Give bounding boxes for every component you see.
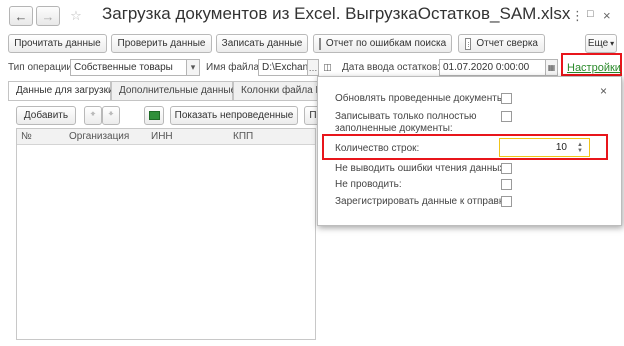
show-unprocessed-button[interactable]: Показать непроведенные <box>170 106 298 125</box>
balance-date-field[interactable]: 01.07.2020 0:00:00 <box>439 59 546 76</box>
favorite-button[interactable]: ☆ <box>67 6 85 26</box>
operation-type-dropdown[interactable]: ▾ <box>186 59 200 76</box>
write-data-label: Записать данные <box>221 38 303 49</box>
operation-type-label: Тип операции: <box>8 62 75 73</box>
write-full-checkbox[interactable] <box>501 111 512 122</box>
column-number[interactable]: № <box>21 131 32 142</box>
reconcile-report-button[interactable]: Отчет сверка <box>458 34 545 53</box>
calendar-icon: ▦ <box>547 63 556 72</box>
no-read-errors-checkbox[interactable] <box>501 163 512 174</box>
update-posted-checkbox[interactable] <box>501 93 512 104</box>
move-up-button[interactable]: 🠹 <box>84 106 102 125</box>
tab-upload-data[interactable]: Данные для загрузки <box>8 81 114 101</box>
column-kpp[interactable]: КПП <box>233 131 253 142</box>
show-unprocessed-label: Показать непроведенные <box>174 110 294 121</box>
write-full-label-line2: заполненные документы: <box>335 123 453 134</box>
ellipsis-icon: … <box>308 62 318 73</box>
chevron-down-icon: ▾ <box>190 62 196 72</box>
balance-date-label: Дата ввода остатков: <box>342 62 441 73</box>
write-data-button[interactable]: Записать данные <box>216 34 308 53</box>
back-button[interactable]: ← <box>9 6 33 26</box>
file-name-label: Имя файла: <box>206 62 262 73</box>
error-report-label: Отчет по ошибкам поиска <box>325 38 447 49</box>
excel-export-button[interactable] <box>144 106 164 125</box>
forward-button[interactable]: → <box>36 6 60 26</box>
move-down-button[interactable]: 🠻 <box>102 106 120 125</box>
excel-icon <box>148 111 160 120</box>
more-label: Еще <box>587 38 609 49</box>
settings-popup: × Обновлять проведенные документы: Запис… <box>317 76 622 226</box>
add-row-button[interactable]: Добавить <box>16 106 76 125</box>
file-select-button[interactable]: … <box>307 59 319 76</box>
add-label: Добавить <box>23 110 69 121</box>
spin-down-icon[interactable]: ▼ <box>577 148 583 154</box>
report-icon <box>465 37 472 50</box>
write-full-label-line1: Записывать только полностью <box>335 111 477 122</box>
no-posting-checkbox[interactable] <box>501 179 512 190</box>
close-icon[interactable]: × <box>600 84 607 98</box>
chevron-down-icon: ▾ <box>610 39 615 48</box>
arrow-up-icon: 🠹 <box>89 109 97 120</box>
error-report-button[interactable]: Отчет по ошибкам поиска <box>313 34 452 53</box>
arrow-right-icon: → <box>41 8 55 24</box>
tab-additional-data[interactable]: Дополнительные данные <box>111 81 236 100</box>
open-file-icon: ◫ <box>323 62 332 72</box>
settings-link[interactable]: Настройки <box>567 62 621 74</box>
file-open-button[interactable]: ◫ <box>321 59 334 76</box>
register-send-label: Зарегистрировать данные к отправке: <box>335 196 512 207</box>
column-organization[interactable]: Организация <box>69 131 129 142</box>
spin-buttons[interactable]: ▲ ▼ <box>574 140 586 155</box>
report-icon <box>318 37 321 50</box>
arrow-down-icon: 🠻 <box>107 109 115 120</box>
column-inn[interactable]: ИНН <box>151 131 173 142</box>
maximize-icon[interactable]: □ <box>587 8 594 20</box>
no-read-errors-label: Не выводить ошибки чтения данных: <box>335 163 508 174</box>
post-label: П <box>309 110 317 121</box>
reconcile-report-label: Отчет сверка <box>476 38 538 49</box>
file-name-field[interactable]: D:\Exchange <box>258 59 308 76</box>
close-window-icon[interactable]: × <box>603 8 611 23</box>
tab-file-columns[interactable]: Колонки файла Exc <box>233 81 323 100</box>
row-count-label: Количество строк: <box>335 143 420 154</box>
register-send-checkbox[interactable] <box>501 196 512 207</box>
no-posting-label: Не проводить: <box>335 179 402 190</box>
window-title: Загрузка документов из Excel. ВыгрузкаОс… <box>102 4 571 23</box>
row-count-value: 10 <box>555 142 567 153</box>
read-data-button[interactable]: Прочитать данные <box>8 34 107 53</box>
calendar-button[interactable]: ▦ <box>545 59 558 76</box>
operation-type-field[interactable]: Собственные товары <box>70 59 187 76</box>
check-data-label: Проверить данные <box>117 38 206 49</box>
read-data-label: Прочитать данные <box>14 38 101 49</box>
row-count-field[interactable]: 10 ▲ ▼ <box>499 138 590 157</box>
arrow-left-icon: ← <box>14 8 28 24</box>
check-data-button[interactable]: Проверить данные <box>111 34 212 53</box>
more-button[interactable]: Еще ▾ <box>585 34 617 53</box>
star-icon: ☆ <box>70 8 82 23</box>
data-table[interactable]: № Организация ИНН КПП <box>16 128 316 340</box>
table-header: № Организация ИНН КПП <box>17 129 315 145</box>
update-posted-label: Обновлять проведенные документы: <box>335 93 507 104</box>
tab-divider <box>8 100 320 101</box>
more-actions-icon[interactable]: ⋮ <box>571 8 584 24</box>
